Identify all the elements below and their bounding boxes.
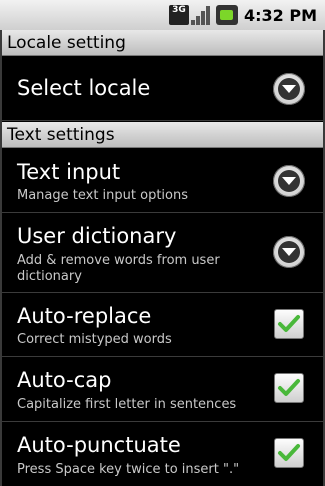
- auto-punctuate-subtitle: Press Space key twice to insert ".": [17, 462, 240, 477]
- dropdown-icon: [273, 165, 305, 197]
- auto-punctuate-checkbox[interactable]: [274, 438, 304, 468]
- select-locale-label: Select locale: [17, 76, 151, 100]
- checkmark-icon: [278, 379, 300, 396]
- auto-cap-checkbox[interactable]: [274, 373, 304, 403]
- battery-icon: [215, 5, 238, 25]
- section-header-text: Text settings: [2, 122, 323, 148]
- auto-replace-checkbox[interactable]: [274, 309, 304, 339]
- user-dictionary-title: User dictionary: [17, 224, 177, 248]
- text-input-subtitle: Manage text input options: [17, 188, 189, 203]
- select-locale-item[interactable]: Select locale: [2, 57, 323, 121]
- auto-punctuate-title: Auto-punctuate: [17, 433, 181, 457]
- auto-cap-title: Auto-cap: [17, 368, 112, 392]
- checkmark-icon: [278, 444, 300, 461]
- auto-cap-subtitle: Capitalize first letter in sentences: [17, 397, 237, 412]
- dropdown-icon: [273, 236, 305, 268]
- auto-replace-subtitle: Correct mistyped words: [17, 332, 172, 347]
- checkmark-icon: [278, 315, 300, 332]
- user-dictionary-item[interactable]: User dictionary Add & remove words from …: [2, 213, 323, 293]
- text-input-item[interactable]: Text input Manage text input options: [2, 149, 323, 213]
- auto-replace-title: Auto-replace: [17, 304, 152, 328]
- network-3g-icon: 3G: [168, 5, 189, 25]
- auto-punctuate-item[interactable]: Auto-punctuate Press Space key twice to …: [2, 422, 323, 486]
- signal-strength-icon: [190, 5, 213, 25]
- clock: 4:32 PM: [243, 5, 317, 25]
- dropdown-icon: [273, 73, 305, 105]
- section-header-locale: Locale setting: [2, 30, 323, 56]
- text-input-title: Text input: [17, 160, 121, 184]
- auto-replace-item[interactable]: Auto-replace Correct mistyped words: [2, 293, 323, 357]
- status-bar: 3G 4:32 PM: [0, 0, 325, 31]
- user-dictionary-subtitle: Add & remove words from user dictionary: [17, 253, 220, 284]
- auto-cap-item[interactable]: Auto-cap Capitalize first letter in sent…: [2, 357, 323, 422]
